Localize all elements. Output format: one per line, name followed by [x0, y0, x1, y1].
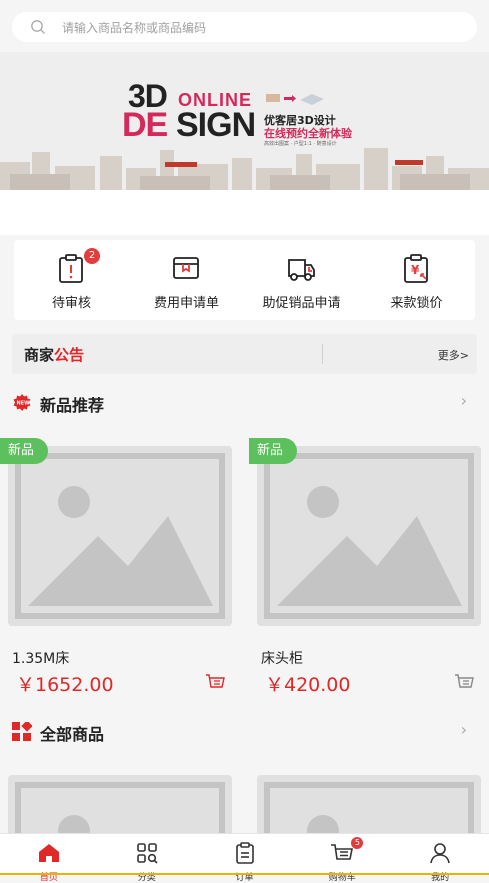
tab-label: 订单: [235, 873, 254, 883]
quick-action-label: 助促销品申请: [262, 296, 341, 311]
tab-category[interactable]: 分类: [98, 834, 196, 883]
image-placeholder-icon: [264, 782, 474, 848]
quick-action-pending-review[interactable]: 2 待审核: [14, 240, 129, 320]
product-card[interactable]: 新品 1.35M床 ￥1652.00: [0, 438, 240, 698]
banner-sign-text: SIGN: [176, 106, 256, 144]
tab-home[interactable]: 首页: [0, 834, 98, 883]
new-tag: 新品: [0, 438, 48, 464]
svg-text:¥: ¥: [411, 263, 420, 277]
tab-label: 购物车: [328, 873, 356, 883]
cart-count-badge: 5: [351, 837, 364, 849]
tab-cart[interactable]: 5 购物车: [293, 834, 391, 883]
city-skyline-graphic: [0, 148, 489, 190]
clipboard-alert-icon: [59, 254, 83, 283]
quick-action-promo-request[interactable]: 助促销品申请: [244, 240, 359, 320]
search-box[interactable]: [12, 12, 477, 44]
product-card[interactable]: 新品 床头柜 ￥420.00: [249, 438, 489, 698]
product-price: ￥1652.00: [16, 674, 114, 696]
tab-profile[interactable]: 我的: [391, 834, 489, 883]
order-clipboard-icon: [235, 842, 254, 864]
category-grid-icon: [136, 843, 158, 864]
search-bar-area: [0, 0, 489, 52]
quick-actions-card: 2 待审核 费用申请单 助促销品申请 ¥ 来款锁价: [14, 240, 475, 320]
svg-text:NEW: NEW: [17, 401, 31, 407]
merchant-notice-bar[interactable]: 商家公告 更多>: [12, 334, 477, 374]
tab-label: 分类: [137, 873, 156, 883]
banner-furniture-graphic: [266, 94, 324, 105]
promo-banner[interactable]: 3D ONLINE DE SIGN 优客居3D设计 在线预约全新体验 高效出图案…: [0, 52, 489, 190]
product-price: ￥420.00: [265, 674, 351, 696]
quick-action-payment-lock[interactable]: ¥ 来款锁价: [359, 240, 474, 320]
spacer: [0, 190, 489, 235]
notice-more-link[interactable]: 更多>: [438, 347, 469, 363]
banner-small-print: 高效出图案 · 户型1:1 · 随意设计: [264, 141, 337, 147]
quick-action-label: 来款锁价: [390, 296, 443, 311]
notice-title: 商家公告: [24, 346, 85, 364]
quick-action-expense-request[interactable]: 费用申请单: [129, 240, 244, 320]
tab-orders[interactable]: 订单: [196, 834, 294, 883]
image-placeholder-icon: [264, 453, 474, 619]
search-icon: [31, 20, 45, 34]
banner-de-text: DE: [122, 106, 168, 144]
section-title: 新品推荐: [40, 396, 105, 415]
search-input[interactable]: [60, 12, 464, 44]
product-image-placeholder: [8, 446, 232, 626]
yen-clipboard-icon: ¥: [404, 254, 428, 283]
add-to-cart-icon[interactable]: [454, 673, 474, 691]
product-image-placeholder[interactable]: [257, 775, 481, 848]
new-products-header[interactable]: NEW 新品推荐 ›: [0, 385, 489, 421]
quick-action-label: 费用申请单: [153, 296, 219, 311]
pending-badge: 2: [84, 248, 100, 264]
product-image-placeholder: [257, 446, 481, 626]
user-icon: [430, 843, 450, 864]
image-placeholder-icon: [15, 453, 225, 619]
home-icon: [39, 844, 59, 862]
grid-category-icon: [12, 722, 32, 741]
new-tag: 新品: [249, 438, 297, 464]
add-to-cart-icon[interactable]: [205, 673, 225, 691]
receipt-box-icon: [173, 257, 199, 279]
section-title: 全部商品: [40, 725, 105, 744]
product-name: 床头柜: [261, 651, 303, 667]
quick-action-label: 待审核: [51, 296, 91, 311]
divider: [322, 344, 323, 364]
chevron-right-icon[interactable]: ›: [461, 391, 467, 410]
new-badge-icon: NEW: [13, 394, 31, 411]
banner-subtitle-accent: 在线预约全新体验: [264, 127, 352, 140]
chevron-right-icon[interactable]: ›: [461, 720, 467, 739]
product-image-placeholder[interactable]: [8, 775, 232, 848]
image-placeholder-icon: [15, 782, 225, 848]
tab-label: 首页: [39, 873, 58, 883]
delivery-truck-icon: [288, 259, 315, 281]
product-name: 1.35M床: [12, 651, 70, 667]
tab-label: 我的: [431, 873, 450, 883]
all-products-header[interactable]: 全部商品 ›: [0, 714, 489, 750]
bottom-tab-bar: 首页 分类 订单 5 购物车 我的: [0, 833, 489, 883]
